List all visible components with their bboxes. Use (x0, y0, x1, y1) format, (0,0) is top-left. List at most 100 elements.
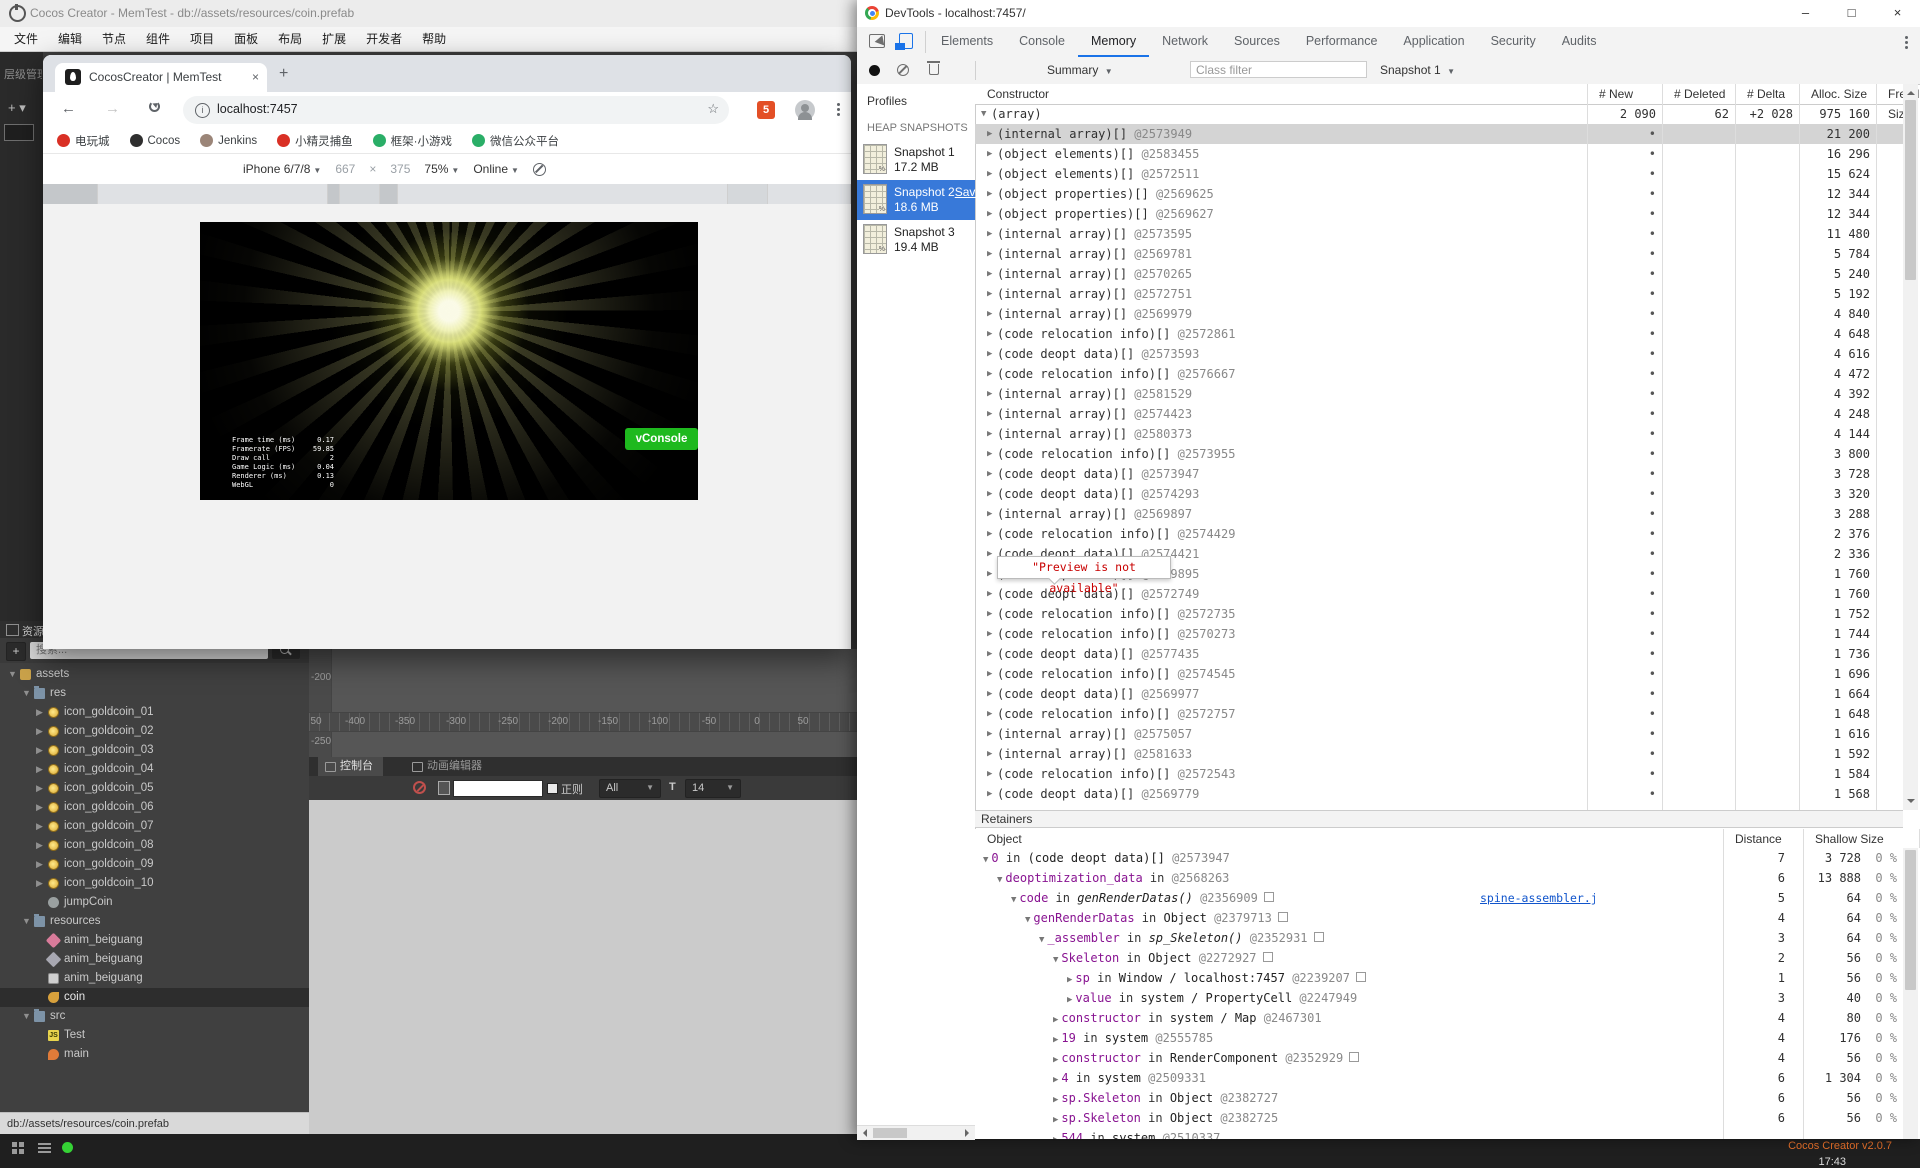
clear-profiles-icon[interactable] (897, 64, 909, 76)
snapshot-select[interactable]: Snapshot 1 ▼ (1380, 61, 1490, 80)
devtools-tab-elements[interactable]: Elements (928, 27, 1006, 57)
retainers-vscrollbar[interactable] (1903, 848, 1918, 1139)
delete-snapshot-icon[interactable] (929, 64, 939, 75)
asset-item-icon_goldcoin_10[interactable]: ▶icon_goldcoin_10 (0, 874, 309, 893)
reveal-icon[interactable] (1314, 932, 1324, 942)
grid-view-icon[interactable] (12, 1142, 24, 1154)
heap-row-root[interactable]: ▼(array)2 09062+2 028975 16041 080+934 0… (975, 104, 1903, 124)
heap-row[interactable]: ▶(code deopt data)[] @2573593•4 616 (975, 344, 1903, 364)
asset-item-src[interactable]: ▼src (0, 1007, 309, 1026)
extension-icon[interactable]: 5 (757, 101, 775, 119)
reveal-icon[interactable] (1278, 912, 1288, 922)
heap-row[interactable]: ▶(internal array)[] @2580373•4 144 (975, 424, 1903, 444)
retainer-row[interactable]: ▶constructor in system / Map @2467301480… (975, 1008, 1903, 1028)
device-width[interactable]: 667 (335, 162, 355, 176)
menu-item[interactable]: 帮助 (412, 27, 456, 52)
menu-item[interactable]: 组件 (136, 27, 180, 52)
bookmark-Jenkins[interactable]: Jenkins (200, 134, 257, 147)
retainer-row[interactable]: ▼deoptimization_data in @2568263613 8880… (975, 868, 1903, 888)
heap-row[interactable]: ▶(code relocation info)[] @2572861•4 648 (975, 324, 1903, 344)
snapshot-item-3[interactable]: %Snapshot 319.4 MB (857, 220, 975, 260)
retainers-title-bar[interactable]: Retainers (975, 810, 1903, 828)
heap-vscrollbar[interactable] (1903, 84, 1918, 810)
add-node-button[interactable]: + ▾ (8, 100, 26, 116)
clear-console-icon[interactable] (413, 781, 426, 794)
menu-item[interactable]: 扩展 (312, 27, 356, 52)
heap-row[interactable]: ▶(code relocation info)[] @2576667•4 472 (975, 364, 1903, 384)
chrome-menu-icon[interactable] (837, 103, 840, 106)
heap-row[interactable]: ▶(internal array)[] @2575057•1 616 (975, 724, 1903, 744)
heap-row[interactable]: ▶(object elements)[] @2583455•16 296 (975, 144, 1903, 164)
heap-row[interactable]: ▶(internal array)[] @2572751•5 192 (975, 284, 1903, 304)
bookmark-电玩城[interactable]: 电玩城 (57, 133, 110, 149)
heap-row[interactable]: ▶(internal array)[] @2573595•11 480 (975, 224, 1903, 244)
hierarchy-search-input[interactable] (4, 124, 34, 141)
hierarchy-tab-label[interactable]: 层级管理器 (4, 66, 42, 82)
assets-add-button[interactable]: + (6, 642, 26, 661)
asset-item-icon_goldcoin_05[interactable]: ▶icon_goldcoin_05 (0, 779, 309, 798)
bookmark-小精灵捕鱼[interactable]: 小精灵捕鱼 (277, 133, 353, 149)
asset-item-anim_beiguang[interactable]: anim_beiguang (0, 931, 309, 950)
menu-item[interactable]: 面板 (224, 27, 268, 52)
throttling-icon[interactable] (533, 163, 546, 176)
asset-item-Test[interactable]: JSTest (0, 1026, 309, 1045)
heap-row[interactable]: ▶(object properties)[] @2569627•12 344 (975, 204, 1903, 224)
menu-item[interactable]: 文件 (4, 27, 48, 52)
asset-item-anim_beiguang[interactable]: anim_beiguang (0, 950, 309, 969)
network-select[interactable]: Online▼ (473, 162, 519, 176)
heap-row[interactable]: ▶(code deopt data)[] @2577435•1 736 (975, 644, 1903, 664)
devtools-tab-console[interactable]: Console (1006, 27, 1078, 57)
menu-item[interactable]: 开发者 (356, 27, 412, 52)
devtools-tab-application[interactable]: Application (1390, 27, 1477, 57)
retainers-header[interactable]: ObjectDistanceShallow SizeRetained Size (975, 829, 1903, 849)
snapshot-item-1[interactable]: %Snapshot 117.2 MB (857, 140, 975, 180)
forward-button[interactable]: → (105, 100, 120, 117)
asset-item-anim_beiguang[interactable]: anim_beiguang (0, 969, 309, 988)
class-filter-input[interactable]: Class filter (1190, 61, 1367, 78)
asset-item-coin[interactable]: coin (0, 988, 309, 1007)
tab-animation-editor[interactable]: 动画编辑器 (405, 757, 492, 776)
retainer-row[interactable]: ▶constructor in RenderComponent @2352929… (975, 1048, 1903, 1068)
heap-row[interactable]: ▶(code relocation info)[] @2572735•1 752 (975, 604, 1903, 624)
source-link[interactable]: spine-assembler.js:162 (1480, 888, 1595, 908)
perspective-select[interactable]: Summary ▼ (1047, 61, 1133, 80)
minimize-button[interactable]: – (1783, 0, 1828, 26)
heap-row[interactable]: ▶(internal array)[] @2570265•5 240 (975, 264, 1903, 284)
devtools-tab-network[interactable]: Network (1149, 27, 1221, 57)
inspect-element-icon[interactable] (869, 34, 885, 48)
device-height[interactable]: 375 (390, 162, 410, 176)
heap-row[interactable]: ▶(object properties)[] @2569625•12 344 (975, 184, 1903, 204)
asset-item-jumpCoin[interactable]: jumpCoin (0, 893, 309, 912)
asset-item-icon_goldcoin_06[interactable]: ▶icon_goldcoin_06 (0, 798, 309, 817)
retainer-row[interactable]: ▶sp in Window / localhost:7457 @22392071… (975, 968, 1903, 988)
reveal-icon[interactable] (1356, 972, 1366, 982)
close-button[interactable]: × (1875, 0, 1920, 26)
menu-item[interactable]: 项目 (180, 27, 224, 52)
menu-item[interactable]: 布局 (268, 27, 312, 52)
vconsole-button[interactable]: vConsole (625, 428, 698, 450)
asset-item-icon_goldcoin_02[interactable]: ▶icon_goldcoin_02 (0, 722, 309, 741)
asset-item-icon_goldcoin_08[interactable]: ▶icon_goldcoin_08 (0, 836, 309, 855)
address-bar[interactable]: i localhost:7457 ☆ (183, 96, 729, 124)
devtools-tab-performance[interactable]: Performance (1293, 27, 1391, 57)
heap-row[interactable]: ▶(code relocation info)[] @2573955•3 800 (975, 444, 1903, 464)
asset-item-res[interactable]: ▼res (0, 684, 309, 703)
devtools-tab-audits[interactable]: Audits (1549, 27, 1610, 57)
browser-tab[interactable]: CocosCreator | MemTest × (55, 63, 267, 92)
heap-row[interactable]: ▶(internal array)[] @2569781•5 784 (975, 244, 1903, 264)
retainer-row[interactable]: ▼code in genRenderDatas() @2356909spine-… (975, 888, 1903, 908)
menu-item[interactable]: 编辑 (48, 27, 92, 52)
retainer-row[interactable]: ▼genRenderDatas in Object @23797134640 %… (975, 908, 1903, 928)
bookmark-框架·小游戏[interactable]: 框架·小游戏 (373, 133, 452, 149)
sidebar-hscrollbar[interactable] (857, 1125, 975, 1140)
retainer-row[interactable]: ▶19 in system @255578541760 %1760 % (975, 1028, 1903, 1048)
retainer-row[interactable]: ▼0 in (code deopt data)[] @257394773 728… (975, 848, 1903, 868)
device-toolbar-toggle-icon[interactable] (899, 33, 913, 49)
heap-row[interactable]: ▶(internal array)[] @2569897•3 288 (975, 504, 1903, 524)
devtools-menu-icon[interactable] (1905, 36, 1908, 39)
heap-row[interactable]: ▶(code relocation info)[] @2574545•1 696 (975, 664, 1903, 684)
reveal-icon[interactable] (1264, 892, 1274, 902)
retainer-row[interactable]: ▶value in system / PropertyCell @2247949… (975, 988, 1903, 1008)
retainer-row[interactable]: ▶544 in system @2510337 (975, 1128, 1903, 1139)
heap-row[interactable]: ▶(internal array)[] @2581529•4 392 (975, 384, 1903, 404)
